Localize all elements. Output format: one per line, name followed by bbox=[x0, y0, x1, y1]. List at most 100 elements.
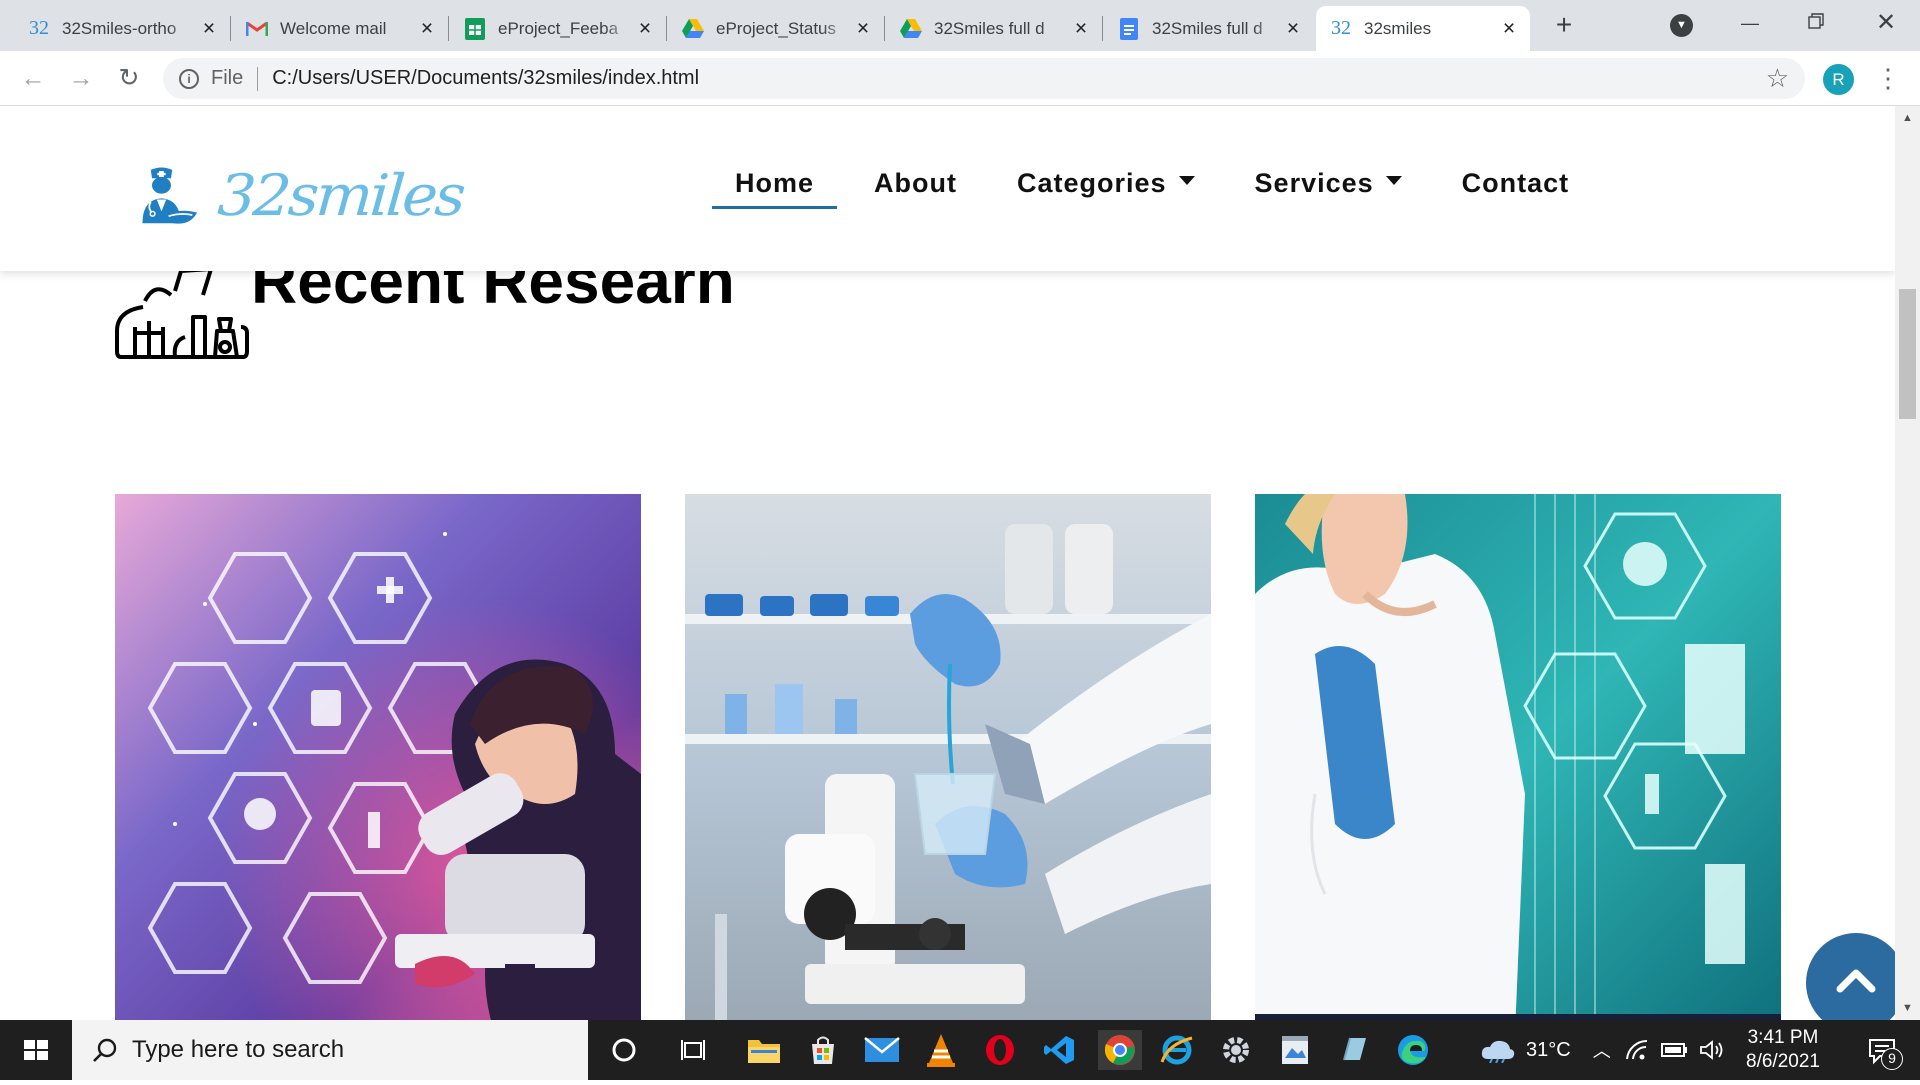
mail-icon[interactable] bbox=[862, 1030, 902, 1070]
tab-title: 32Smiles-ortho bbox=[62, 18, 177, 38]
research-card-image-3[interactable] bbox=[1255, 494, 1781, 1020]
browser-tab-strip: 32 32Smiles-ortho × Welcome mail × eProj… bbox=[0, 0, 1920, 51]
omnibox-divider bbox=[257, 66, 259, 91]
close-tab-icon[interactable]: × bbox=[852, 17, 874, 41]
search-icon bbox=[93, 1038, 117, 1062]
browser-tab-active[interactable]: 32 32smiles × bbox=[1316, 6, 1530, 51]
settings-gear-icon[interactable] bbox=[1216, 1030, 1256, 1070]
notification-icon bbox=[1869, 1039, 1895, 1065]
search-placeholder: Type here to search bbox=[132, 1036, 345, 1063]
browser-tab[interactable]: 32Smiles full d × bbox=[886, 6, 1103, 51]
doctor-innovation-image bbox=[1255, 494, 1781, 1020]
back-button[interactable]: ← bbox=[16, 61, 50, 95]
scroll-up-arrow-icon[interactable]: ▲ bbox=[1895, 108, 1920, 128]
main-navigation: Home About Categories Services Contact bbox=[712, 164, 1629, 209]
close-tab-icon[interactable]: × bbox=[634, 17, 656, 41]
close-window-button[interactable]: ✕ bbox=[1856, 6, 1916, 40]
research-card-image-2[interactable] bbox=[685, 494, 1211, 1020]
internet-explorer-icon[interactable] bbox=[1157, 1030, 1197, 1070]
weather-cloud-icon bbox=[1481, 1040, 1515, 1063]
research-card-image-1[interactable] bbox=[115, 494, 641, 1020]
tab-title: 32Smiles full d bbox=[934, 18, 1045, 38]
minimize-button[interactable]: — bbox=[1720, 6, 1780, 40]
edge-icon[interactable] bbox=[1393, 1030, 1433, 1070]
cortana-icon[interactable] bbox=[604, 1030, 644, 1070]
image-viewer-icon[interactable] bbox=[1275, 1030, 1315, 1070]
clock-time: 3:41 PM bbox=[1747, 1027, 1819, 1048]
url-text[interactable]: C:/Users/USER/Documents/32smiles/index.h… bbox=[272, 67, 699, 90]
scrollbar-thumb[interactable] bbox=[1899, 289, 1916, 419]
nav-categories-dropdown[interactable]: Categories bbox=[1017, 164, 1195, 209]
google-sheets-icon bbox=[464, 17, 486, 40]
notification-center-button[interactable]: 9 bbox=[1852, 1020, 1912, 1080]
weather-temperature[interactable]: 31°C bbox=[1526, 1039, 1571, 1062]
new-tab-button[interactable]: + bbox=[1548, 10, 1580, 42]
clock-date: 8/6/2021 bbox=[1746, 1051, 1820, 1072]
browser-tab[interactable]: Welcome mail × bbox=[232, 6, 449, 51]
url-scheme: File bbox=[211, 67, 244, 89]
address-bar[interactable]: i File C:/Users/USER/Documents/32smiles/… bbox=[163, 58, 1805, 99]
scientist-microscope-image bbox=[115, 494, 641, 1020]
site-info-icon[interactable]: i bbox=[179, 68, 199, 89]
gmail-icon bbox=[246, 18, 268, 40]
browser-tab[interactable]: eProject_Feeba × bbox=[450, 6, 667, 51]
browser-tab[interactable]: 32Smiles full d × bbox=[1104, 6, 1314, 51]
nav-label: Services bbox=[1254, 168, 1374, 198]
network-wifi-icon[interactable] bbox=[1625, 1039, 1649, 1061]
google-drive-icon bbox=[900, 18, 922, 40]
research-lab-icon bbox=[115, 267, 249, 359]
opera-icon[interactable] bbox=[980, 1030, 1020, 1070]
tab-title: 32smiles bbox=[1364, 18, 1432, 38]
microsoft-store-icon[interactable] bbox=[803, 1030, 843, 1070]
taskbar-clock[interactable]: 3:41 PM 8/6/2021 bbox=[1728, 1026, 1838, 1074]
battery-icon[interactable] bbox=[1660, 1041, 1689, 1059]
restore-button[interactable] bbox=[1786, 6, 1846, 40]
task-view-icon[interactable] bbox=[673, 1030, 713, 1070]
tab-separator bbox=[884, 16, 885, 41]
chrome-menu-icon[interactable]: ⋮ bbox=[1875, 61, 1901, 95]
file-explorer-icon[interactable] bbox=[744, 1030, 784, 1070]
nav-label: Categories bbox=[1016, 168, 1167, 198]
notification-count-badge: 9 bbox=[1881, 1048, 1903, 1070]
tab-title: 32Smiles full d bbox=[1152, 18, 1263, 38]
nav-contact[interactable]: Contact bbox=[1462, 164, 1570, 209]
close-tab-icon[interactable]: × bbox=[416, 17, 438, 41]
chrome-icon[interactable] bbox=[1098, 1030, 1142, 1070]
nav-label: Home bbox=[735, 168, 815, 198]
vscode-icon[interactable] bbox=[1039, 1030, 1079, 1070]
site-header: 32smiles Home About Categories Services … bbox=[0, 106, 1895, 271]
start-button[interactable] bbox=[0, 1020, 72, 1080]
browser-tab[interactable]: 32 32Smiles-ortho × bbox=[14, 6, 231, 51]
close-tab-icon[interactable]: × bbox=[1498, 17, 1520, 41]
close-tab-icon[interactable]: × bbox=[198, 17, 220, 41]
back-to-top-button[interactable] bbox=[1806, 933, 1895, 1020]
logo-wordmark: 32smiles bbox=[215, 162, 466, 230]
nav-home[interactable]: Home bbox=[712, 164, 838, 209]
profile-avatar[interactable]: R bbox=[1823, 64, 1854, 95]
reload-button[interactable]: ↻ bbox=[112, 61, 146, 95]
google-docs-icon bbox=[1118, 17, 1140, 40]
show-hidden-icons-chevron-icon[interactable]: ︿ bbox=[1593, 1037, 1611, 1063]
browser-toolbar: ← → ↻ i File C:/Users/USER/Documents/32s… bbox=[0, 51, 1920, 106]
section-heading: Recent Researh bbox=[115, 245, 735, 361]
caret-down-icon bbox=[1385, 176, 1402, 186]
vlc-icon[interactable] bbox=[921, 1030, 961, 1070]
nav-about[interactable]: About bbox=[874, 164, 957, 209]
bookmark-star-icon[interactable]: ☆ bbox=[1766, 63, 1789, 94]
nav-services-dropdown[interactable]: Services bbox=[1255, 164, 1402, 209]
tab-separator bbox=[666, 16, 667, 41]
site-logo[interactable]: 32smiles bbox=[133, 146, 466, 246]
site-favicon-icon: 32 bbox=[29, 17, 49, 39]
taskbar-search-box[interactable]: Type here to search bbox=[72, 1020, 588, 1080]
scroll-down-arrow-icon[interactable]: ▼ bbox=[1895, 998, 1920, 1018]
close-tab-icon[interactable]: × bbox=[1282, 17, 1304, 41]
tab-search-icon[interactable]: ▼ bbox=[1670, 14, 1693, 37]
browser-tab[interactable]: eProject_Status × bbox=[668, 6, 885, 51]
windows-taskbar: Type here to search 31°C ︿ 3:41 PM 8/6/2… bbox=[0, 1020, 1920, 1080]
close-tab-icon[interactable]: × bbox=[1070, 17, 1092, 41]
forward-button[interactable]: → bbox=[64, 61, 98, 95]
page-scrollbar[interactable]: ▲ ▼ bbox=[1895, 106, 1920, 1020]
chevron-up-icon bbox=[1836, 969, 1876, 993]
volume-speaker-icon[interactable] bbox=[1699, 1039, 1725, 1061]
notes-app-icon[interactable] bbox=[1334, 1030, 1374, 1070]
